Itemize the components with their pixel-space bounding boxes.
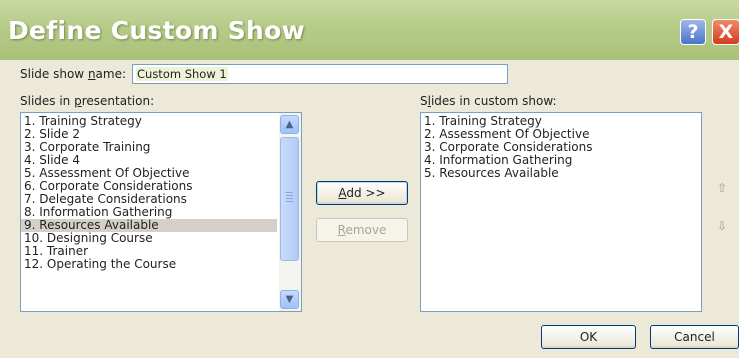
close-button[interactable]: X — [712, 19, 739, 45]
custom-show-slides-list[interactable]: 1. Training Strategy 2. Assessment Of Obj… — [420, 112, 702, 312]
scroll-down-icon[interactable]: ▼ — [280, 290, 299, 309]
add-button[interactable]: Add >> — [316, 181, 408, 205]
slides-in-custom-show-label: Slides in custom show: — [420, 94, 557, 108]
vertical-scrollbar[interactable]: ▲ ▼ — [279, 113, 301, 311]
help-button[interactable]: ? — [680, 19, 706, 45]
show-name-input[interactable]: Custom Show 1 — [132, 64, 508, 84]
scroll-up-icon[interactable]: ▲ — [280, 115, 299, 134]
move-up-icon[interactable]: ⇧ — [714, 180, 730, 196]
remove-button[interactable]: Remove — [316, 218, 408, 242]
custom-show-slide-item[interactable]: 5. Resources Available — [421, 167, 699, 180]
presentation-slides-items: 1. Training Strategy 2. Slide 2 3. Corpora… — [21, 115, 277, 271]
slides-in-presentation-label: Slides in presentation: — [20, 94, 155, 108]
dialog-title: Define Custom Show — [8, 16, 305, 45]
presentation-slides-list[interactable]: 1. Training Strategy 2. Slide 2 3. Corpora… — [20, 112, 302, 312]
custom-show-slides-items: 1. Training Strategy 2. Assessment Of Obj… — [421, 115, 699, 180]
cancel-button[interactable]: Cancel — [650, 325, 739, 349]
presentation-slide-item[interactable]: 12. Operating the Course — [21, 258, 277, 271]
ok-button[interactable]: OK — [541, 325, 636, 349]
grip-icon — [286, 192, 293, 193]
move-down-icon[interactable]: ⇩ — [714, 218, 730, 234]
scroll-thumb[interactable] — [280, 137, 299, 261]
title-bar: Define Custom Show ? X — [0, 0, 739, 60]
show-name-label: Slide show name: — [20, 67, 127, 81]
